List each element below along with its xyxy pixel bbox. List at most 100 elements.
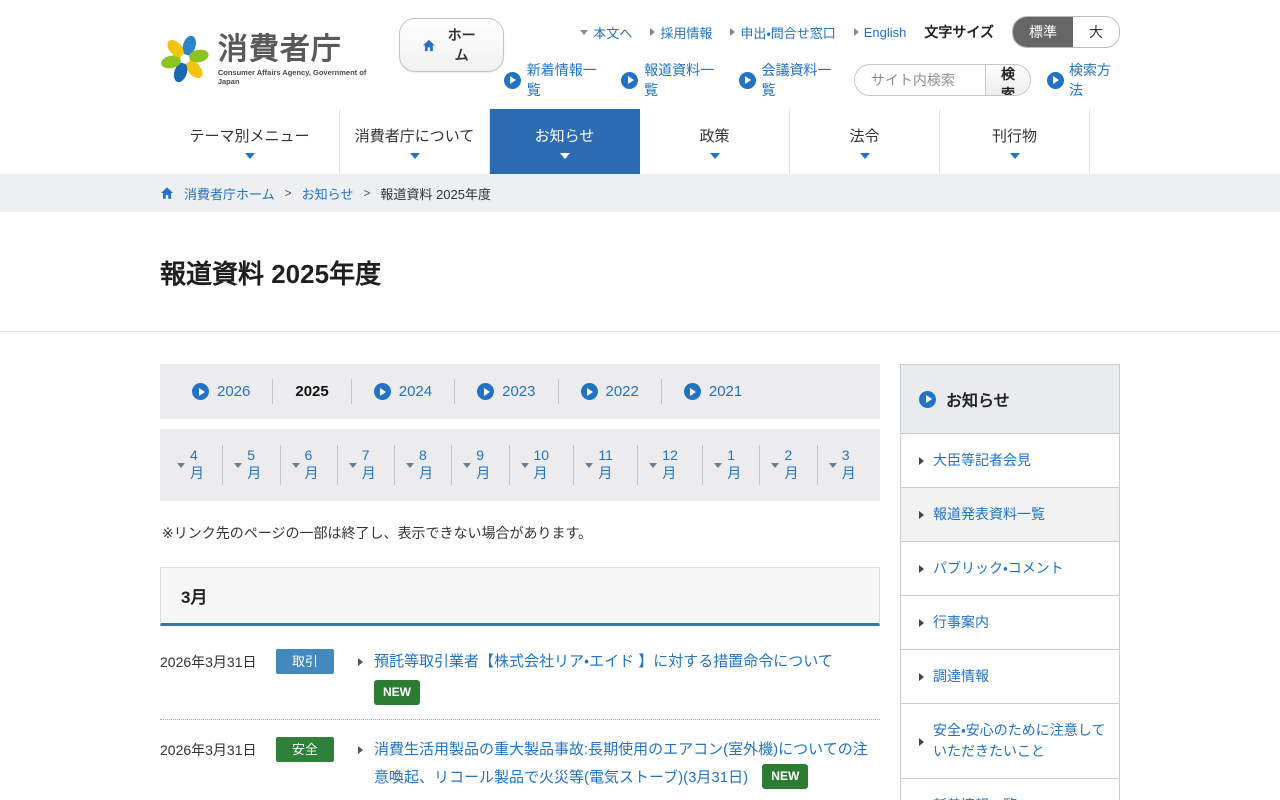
year-tab[interactable]: 2025: [273, 379, 351, 404]
sidebar-item[interactable]: 新着情報一覧: [901, 778, 1119, 800]
utility-bar: 本文へ 採用情報 申出・問合せ窓口: [580, 16, 1120, 48]
quick-link[interactable]: 会議資料一覧: [739, 60, 838, 100]
year-tab[interactable]: 2022: [559, 379, 662, 404]
play-circle-icon: [374, 383, 391, 400]
play-circle-icon: [919, 391, 936, 408]
triangle-right-icon: [919, 673, 924, 681]
sidebar-item[interactable]: パブリック・コメント: [901, 541, 1119, 595]
agency-pinwheel-icon: [160, 32, 210, 86]
news-date: 2026年3月31日: [160, 737, 272, 760]
play-circle-icon: [1047, 72, 1064, 89]
nav-tab[interactable]: 法令: [790, 109, 940, 174]
year-tab[interactable]: 2026: [170, 379, 273, 404]
utility-link[interactable]: 採用情報: [650, 23, 712, 42]
disclaimer-note: ※リンク先のページの一部は終了し、表示できない場合があります。: [162, 523, 878, 543]
triangle-right-icon: [358, 746, 363, 754]
month-section-heading: 3月: [160, 567, 880, 626]
quick-link[interactable]: 報道資料一覧: [621, 60, 720, 100]
news-row: 2026年3月31日 安全 消費生活用製品の重大製品事故:長期使用のエアコン(室…: [160, 720, 880, 800]
month-tab[interactable]: 2月: [760, 445, 817, 485]
sidebar: お知らせ 大臣等記者会見 報道発表資料一覧 パブリック・コメント: [900, 364, 1120, 800]
search-input[interactable]: [855, 72, 985, 88]
month-tab[interactable]: 4月: [166, 445, 223, 485]
triangle-down-icon: [714, 463, 722, 468]
chevron-down-icon: [710, 153, 720, 159]
home-button[interactable]: ホーム: [399, 18, 504, 72]
month-tab[interactable]: 6月: [281, 445, 338, 485]
chevron-down-icon: [410, 153, 420, 159]
triangle-down-icon: [406, 463, 414, 468]
triangle-down-icon: [463, 463, 471, 468]
nav-tab[interactable]: 政策: [640, 109, 790, 174]
year-tab[interactable]: 2024: [352, 379, 455, 404]
triangle-right-icon: [919, 511, 924, 519]
utility-link[interactable]: 本文へ: [580, 23, 632, 42]
month-tab[interactable]: 1月: [703, 445, 760, 485]
news-date: 2026年3月31日: [160, 649, 272, 672]
utility-link[interactable]: 申出・問合せ窓口: [730, 23, 835, 42]
month-tab[interactable]: 9月: [452, 445, 509, 485]
utility-link[interactable]: English: [854, 25, 907, 40]
triangle-right-icon: [919, 738, 924, 746]
category-badge: 取引: [276, 649, 334, 674]
month-tab[interactable]: 3月: [818, 445, 874, 485]
month-tab[interactable]: 8月: [395, 445, 452, 485]
year-tabs: 2026 2025 2024 2023: [160, 364, 880, 419]
utility-links: 本文へ 採用情報 申出・問合せ窓口: [580, 23, 906, 42]
quick-links: 新着情報一覧 報道資料一覧 会議資料一覧: [504, 60, 838, 100]
title-band: 報道資料 2025年度: [0, 212, 1280, 332]
main-column: 2026 2025 2024 2023: [160, 364, 880, 800]
play-circle-icon: [477, 383, 494, 400]
breadcrumb-current: 報道資料 2025年度: [380, 184, 491, 203]
agency-title: 消費者庁: [218, 33, 377, 66]
quick-link[interactable]: 新着情報一覧: [504, 60, 603, 100]
sidebar-item[interactable]: 安全・安心のために注意していただきたいこと: [901, 703, 1119, 778]
nav-tab[interactable]: お知らせ: [490, 109, 640, 174]
site-header: 消費者庁 Consumer Affairs Agency, Government…: [0, 0, 1280, 105]
sidebar-item[interactable]: 行事案内: [901, 595, 1119, 649]
triangle-down-icon: [771, 463, 779, 468]
home-icon: [160, 186, 174, 200]
breadcrumb-home-link[interactable]: 消費者庁ホーム: [184, 184, 275, 203]
month-tabs: 4月 5月 6月 7月 8月: [160, 429, 880, 501]
home-icon: [422, 38, 436, 53]
month-tab[interactable]: 10月: [510, 445, 575, 485]
sidebar-item[interactable]: 報道発表資料一覧: [901, 487, 1119, 541]
year-tab[interactable]: 2023: [455, 379, 558, 404]
triangle-down-icon: [829, 463, 837, 468]
nav-tab[interactable]: 刊行物: [940, 109, 1090, 174]
triangle-right-icon: [919, 457, 924, 465]
chevron-down-icon: [1010, 153, 1020, 159]
month-tab[interactable]: 11月: [574, 445, 638, 485]
nav-tab[interactable]: 消費者庁について: [340, 109, 490, 174]
triangle-down-icon: [585, 463, 593, 468]
sidebar-item[interactable]: 大臣等記者会見: [901, 433, 1119, 487]
news-list: 2026年3月31日 取引 預託等取引業者【株式会社リア・エイド 】に対する措置…: [160, 632, 880, 800]
play-circle-icon: [581, 383, 598, 400]
search-button[interactable]: 検索: [985, 64, 1030, 96]
news-link[interactable]: 預託等取引業者【株式会社リア・エイド 】に対する措置命令について: [374, 653, 833, 670]
play-circle-icon: [504, 72, 521, 89]
triangle-down-icon: [349, 463, 357, 468]
agency-subtitle: Consumer Affairs Agency, Government of J…: [218, 68, 377, 86]
triangle-down-icon: [521, 463, 529, 468]
chevron-down-icon: [860, 153, 870, 159]
nav-tab[interactable]: テーマ別メニュー: [160, 109, 340, 174]
font-size-option[interactable]: 標準: [1013, 17, 1073, 47]
search-help-link[interactable]: 検索方法: [1047, 60, 1120, 100]
play-circle-icon: [739, 72, 756, 89]
breadcrumb-link[interactable]: お知らせ: [302, 184, 354, 203]
breadcrumb-bar: 消費者庁ホーム > お知らせ > 報道資料 2025年度: [0, 174, 1280, 212]
triangle-down-icon: [234, 463, 242, 468]
month-tab[interactable]: 12月: [638, 445, 703, 485]
triangle-right-icon: [358, 658, 363, 666]
agency-logo[interactable]: 消費者庁 Consumer Affairs Agency, Government…: [160, 32, 377, 86]
year-tab[interactable]: 2021: [662, 379, 764, 404]
sidebar-menu: 大臣等記者会見 報道発表資料一覧 パブリック・コメント 行事案内: [901, 433, 1119, 800]
font-size-option[interactable]: 大: [1073, 17, 1119, 47]
play-circle-icon: [684, 383, 701, 400]
month-tab[interactable]: 7月: [338, 445, 395, 485]
sidebar-item[interactable]: 調達情報: [901, 649, 1119, 703]
month-tab[interactable]: 5月: [223, 445, 280, 485]
play-circle-icon: [621, 72, 638, 89]
